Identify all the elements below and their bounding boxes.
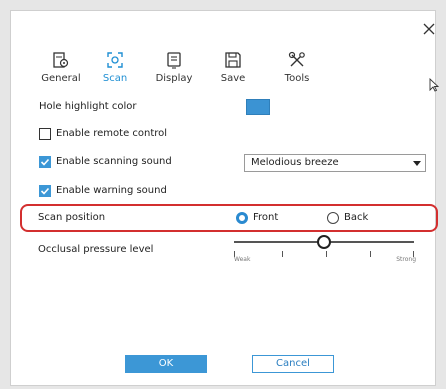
tab-display[interactable]: Display [144, 51, 204, 95]
tab-tools-label: Tools [284, 73, 310, 84]
scan-position-front-radio[interactable] [236, 212, 248, 224]
checkmark-icon [40, 187, 50, 195]
tab-tools[interactable]: Tools [267, 51, 327, 95]
scanning-sound-dropdown[interactable]: Melodious breeze [244, 154, 426, 172]
tab-display-label: Display [155, 73, 193, 84]
remote-control-label: Enable remote control [56, 128, 168, 139]
slider-min-label: Weak [234, 256, 251, 263]
scan-icon [107, 52, 123, 68]
hole-highlight-color-label: Hole highlight color [39, 101, 137, 112]
tab-save-label: Save [220, 73, 246, 84]
scan-position-label: Scan position [38, 212, 106, 223]
warning-sound-checkbox[interactable] [39, 185, 51, 197]
ok-button[interactable]: OK [125, 355, 207, 373]
slider-tick [370, 251, 371, 257]
warning-sound-label: Enable warning sound [56, 185, 167, 196]
slider-tick [326, 251, 327, 257]
close-button[interactable] [419, 19, 439, 39]
tab-general[interactable]: General [31, 51, 91, 95]
occlusal-pressure-slider[interactable]: Weak Strong [234, 232, 416, 266]
checkmark-icon [40, 158, 50, 166]
slider-tick [282, 251, 283, 257]
tab-save[interactable]: Save [203, 51, 263, 95]
remote-control-checkbox[interactable] [39, 128, 51, 140]
display-icon [167, 52, 181, 69]
general-icon [53, 52, 69, 68]
occlusal-pressure-label: Occlusal pressure level [38, 244, 154, 255]
scan-position-back-radio[interactable] [327, 212, 339, 224]
slider-max-label: Strong [396, 256, 416, 263]
mouse-cursor-icon [429, 77, 440, 96]
scanning-sound-checkbox[interactable] [39, 156, 51, 168]
slider-thumb[interactable] [317, 235, 331, 249]
close-icon [423, 23, 435, 35]
scanning-sound-value: Melodious breeze [251, 157, 339, 168]
tab-general-label: General [41, 73, 81, 84]
tab-scan[interactable]: Scan [85, 51, 145, 95]
chevron-down-icon [413, 161, 421, 166]
scanning-sound-label: Enable scanning sound [56, 156, 172, 167]
save-icon [225, 52, 241, 68]
scan-position-front-label: Front [253, 212, 279, 223]
cancel-button[interactable]: Cancel [252, 355, 334, 373]
hole-highlight-color-swatch[interactable] [246, 99, 270, 115]
tools-icon [288, 51, 305, 67]
tab-scan-label: Scan [102, 73, 128, 84]
scan-position-back-label: Back [344, 212, 369, 223]
settings-dialog: General Scan Display Save Tools Hole hig… [10, 10, 440, 386]
